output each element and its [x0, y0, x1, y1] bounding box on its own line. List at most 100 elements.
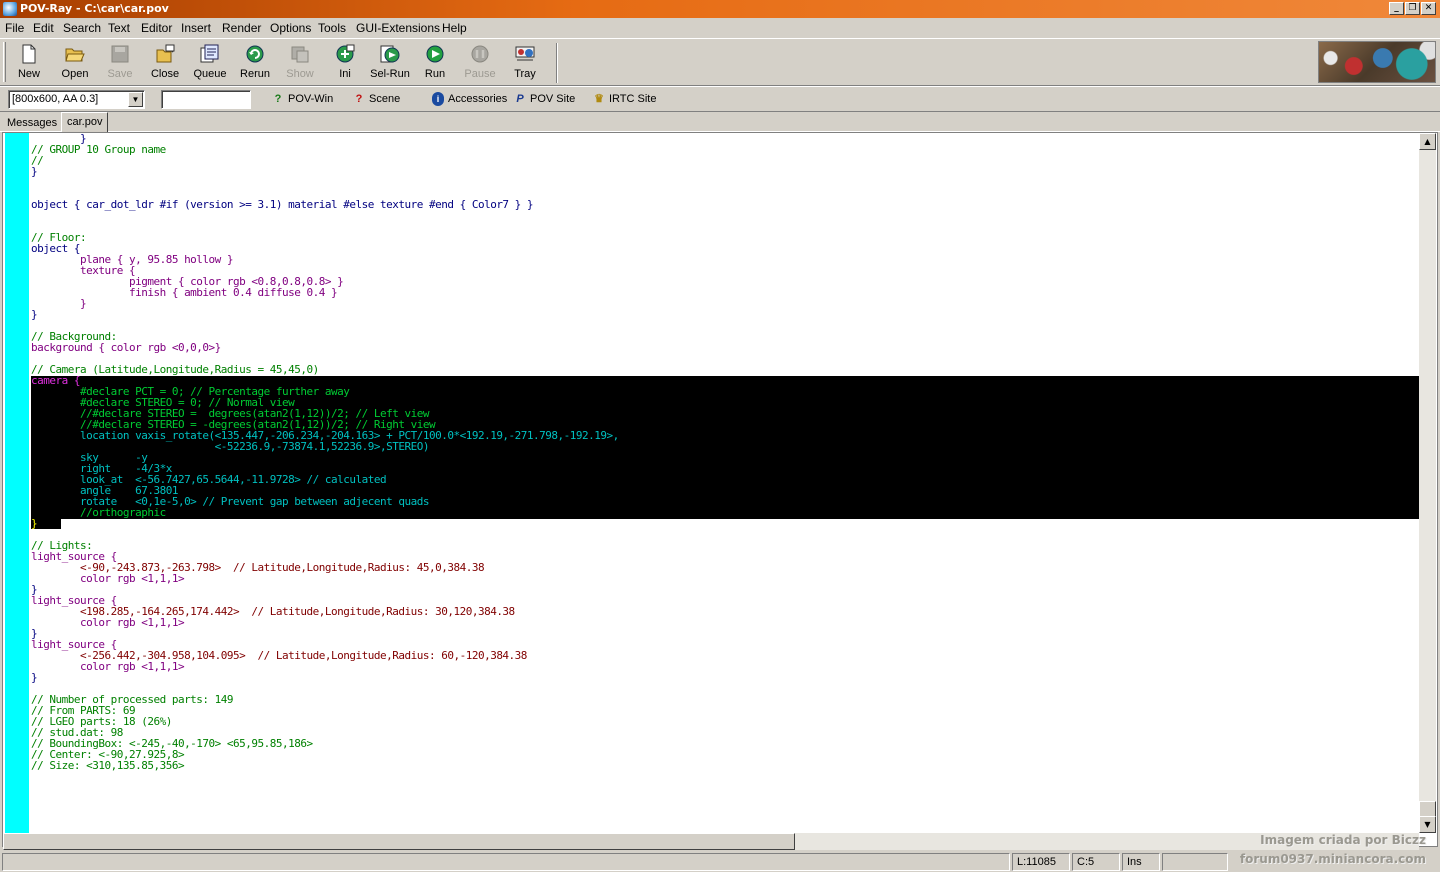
sel-run-button[interactable]: Sel-Run	[369, 42, 411, 84]
watermark-credit: Imagem criada por Biczz	[1260, 833, 1426, 847]
tab-car-pov[interactable]: car.pov	[61, 112, 109, 133]
menu-editor[interactable]: Editor	[141, 21, 172, 35]
new-file-icon	[22, 44, 36, 64]
menu-text[interactable]: Text	[108, 21, 130, 35]
close-window-button[interactable]: ✕	[1421, 2, 1436, 15]
code-line: }	[31, 308, 38, 321]
new-label: New	[17, 68, 40, 80]
scene-help-button[interactable]: ? Scene	[353, 92, 401, 106]
menu-search[interactable]: Search	[63, 21, 101, 35]
resolution-select[interactable]: [800x600, AA 0.3] ▼	[8, 90, 145, 109]
save-button[interactable]: Save	[99, 42, 141, 84]
menu-render[interactable]: Render	[222, 21, 261, 35]
new-button[interactable]: New	[8, 42, 50, 84]
code-line: }	[31, 671, 38, 684]
pause-button[interactable]: Pause	[459, 42, 501, 84]
menu-bar: File Edit Search Text Editor Insert Rend…	[0, 18, 1440, 38]
status-modified	[1162, 853, 1228, 871]
code-line: }	[31, 517, 38, 530]
run-label: Run	[424, 68, 446, 80]
tray-button[interactable]: Tray	[504, 42, 546, 84]
code-line: color rgb <1,1,1>	[31, 572, 185, 585]
help-question-icon: ?	[274, 93, 282, 105]
menu-tools[interactable]: Tools	[318, 21, 346, 35]
open-folder-icon	[65, 48, 85, 62]
menu-help[interactable]: Help	[442, 21, 467, 35]
code-editor[interactable]: } // GROUP 10 Group name // } object { c…	[2, 132, 1438, 850]
secondary-toolbar: [800x600, AA 0.3] ▼ ? POV-Win ? Scene i Acc…	[0, 86, 1440, 112]
ini-icon	[336, 44, 355, 63]
horizontal-scroll-thumb[interactable]	[3, 833, 795, 850]
run-icon	[426, 45, 444, 63]
resolution-value: [800x600, AA 0.3]	[12, 93, 99, 105]
show-button[interactable]: Show	[279, 42, 321, 84]
pause-icon	[471, 45, 489, 63]
close-file-button[interactable]: Close	[144, 42, 186, 84]
pov-win-label: POV-Win	[288, 93, 334, 105]
show-label: Show	[286, 68, 314, 80]
queue-button[interactable]: Queue	[189, 42, 231, 84]
watermark-site: forum0937.miniancora.com	[1239, 852, 1426, 866]
help-question-icon: ?	[355, 93, 363, 105]
open-button[interactable]: Open	[54, 42, 96, 84]
tray-label: Tray	[514, 68, 536, 80]
code-area[interactable]: } // GROUP 10 Group name // } object { c…	[31, 133, 1419, 833]
sel-run-icon	[380, 45, 400, 63]
save-disk-icon	[111, 45, 129, 63]
close-file-icon	[156, 44, 175, 63]
toolbar-separator	[556, 43, 558, 83]
menu-file[interactable]: File	[5, 21, 24, 35]
editor-tabs: Messages car.pov	[0, 112, 1440, 133]
scroll-up-button[interactable]: ▲	[1419, 133, 1436, 150]
code-line: color rgb <1,1,1>	[31, 616, 185, 629]
pov-site-label: POV Site	[530, 93, 576, 105]
ini-label: Ini	[339, 68, 351, 80]
pause-label: Pause	[464, 68, 496, 80]
trophy-icon: ♛	[594, 93, 604, 105]
chevron-down-icon[interactable]: ▼	[128, 92, 143, 107]
rerun-label: Rerun	[240, 68, 270, 80]
sel-run-label: Sel-Run	[370, 68, 410, 80]
window-title: POV-Ray - C:\car\car.pov	[20, 2, 169, 15]
editor-gutter[interactable]	[5, 133, 29, 833]
scene-label: Scene	[369, 93, 401, 105]
code-line: }	[31, 297, 87, 310]
irtc-site-label: IRTC Site	[609, 93, 657, 105]
title-bar: POV-Ray - C:\car\car.pov _ ❐ ✕	[0, 0, 1440, 18]
menu-insert[interactable]: Insert	[181, 21, 211, 35]
pov-site-button[interactable]: P POV Site	[514, 92, 575, 106]
ini-button[interactable]: Ini	[324, 42, 366, 84]
accessories-button[interactable]: i Accessories	[432, 92, 507, 106]
tab-messages[interactable]: Messages	[2, 116, 62, 132]
save-label: Save	[107, 68, 133, 80]
pov-logo-icon: P	[516, 93, 524, 105]
horizontal-scrollbar[interactable]	[3, 833, 1419, 850]
scroll-down-button[interactable]: ▼	[1419, 816, 1436, 833]
pov-win-help-button[interactable]: ? POV-Win	[272, 92, 334, 106]
vertical-scrollbar[interactable]: ▲ ▼	[1419, 133, 1436, 833]
rerun-button[interactable]: Rerun	[234, 42, 276, 84]
queue-label: Queue	[193, 68, 227, 80]
restore-button[interactable]: ❐	[1405, 2, 1420, 15]
minimize-button[interactable]: _	[1389, 2, 1404, 15]
code-line: }	[31, 165, 38, 178]
scroll-thumb[interactable]	[1419, 801, 1436, 817]
render-preview-thumbnail[interactable]	[1318, 41, 1436, 83]
code-line: object { car_dot_ldr #if (version >= 3.1…	[31, 198, 534, 211]
rerun-icon	[246, 45, 264, 63]
command-input[interactable]	[161, 90, 251, 109]
show-icon	[291, 46, 309, 63]
irtc-site-button[interactable]: ♛ IRTC Site	[593, 92, 656, 106]
menu-gui-extensions[interactable]: GUI-Extensions	[356, 21, 440, 35]
status-bar: L:11085 C:5 Ins	[0, 850, 1440, 872]
queue-icon	[200, 44, 219, 63]
menu-edit[interactable]: Edit	[33, 21, 54, 35]
code-line: // GROUP 10 Group name	[31, 143, 166, 156]
code-line: //orthographic	[31, 506, 166, 519]
open-label: Open	[61, 68, 89, 80]
menu-options[interactable]: Options	[270, 21, 311, 35]
main-toolbar: New Open Save Close Queue Rerun Show Ini…	[0, 38, 1440, 86]
run-button[interactable]: Run	[414, 42, 456, 84]
close-label: Close	[150, 68, 180, 80]
status-message	[2, 853, 1010, 871]
